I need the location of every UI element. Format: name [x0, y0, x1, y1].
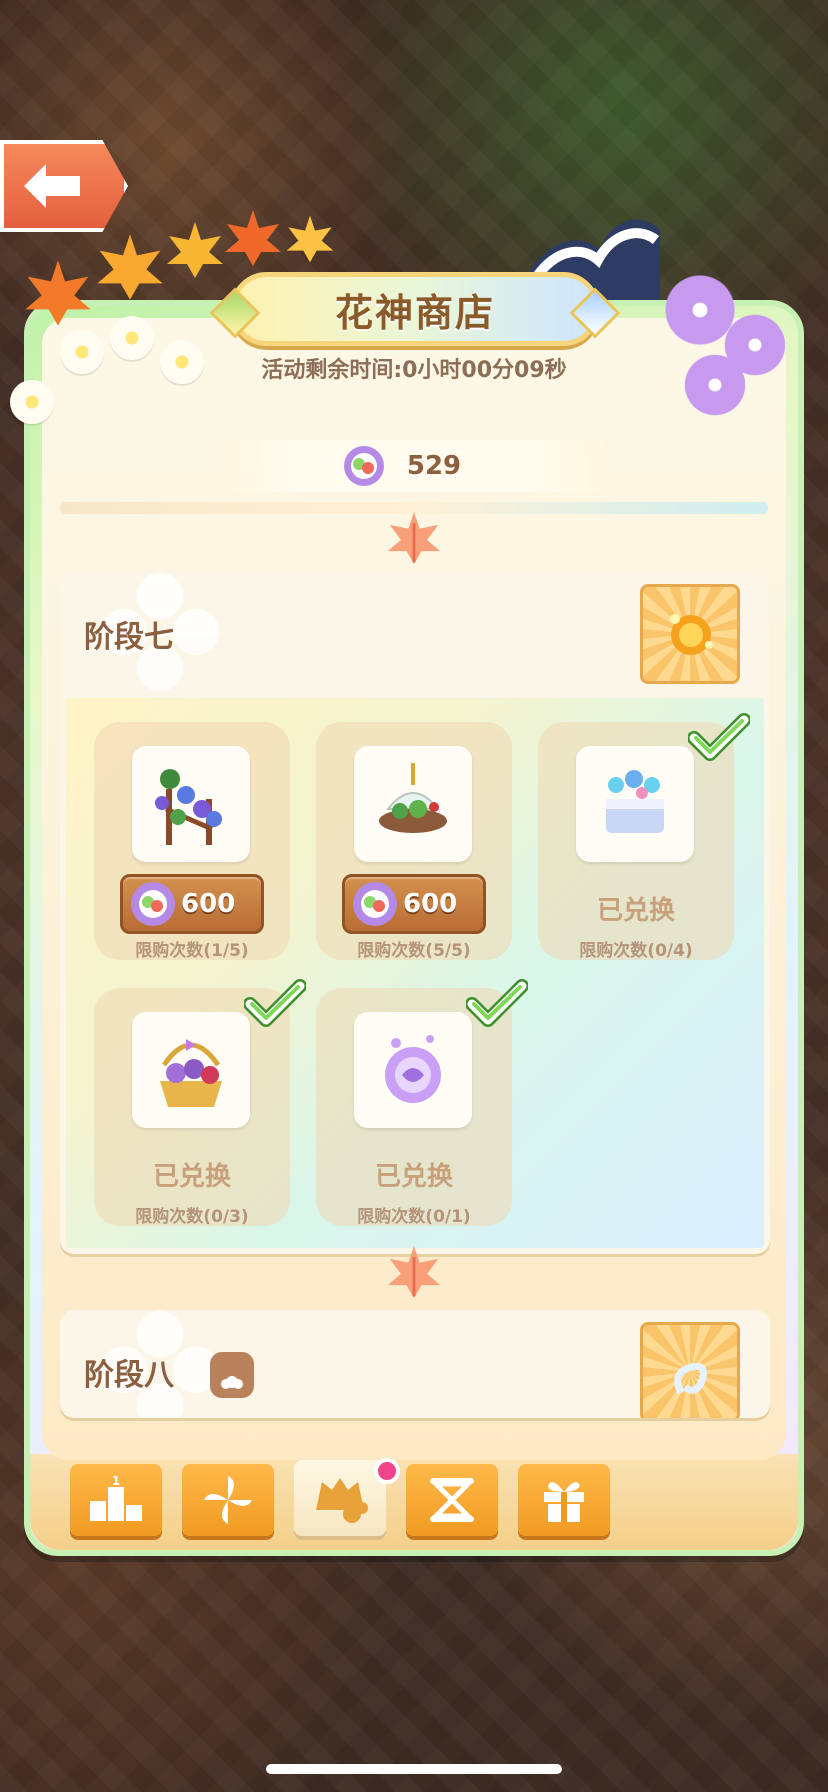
buy-price-button[interactable]: 600 [342, 874, 486, 934]
stage-card-7: 阶段七 600 限购次数(1/5) 600 限购次数(5/5) 已兑换 限购次数… [60, 572, 770, 1254]
item-image [132, 746, 250, 862]
ranking-icon: 1 [90, 1475, 142, 1521]
stage-reward-button[interactable] [640, 1322, 740, 1418]
stage-header: 阶段八 [60, 1310, 770, 1418]
shop-item-card[interactable]: 600 限购次数(5/5) [316, 722, 512, 961]
maple-leaf-decoration-icon [286, 215, 334, 263]
item-image [576, 746, 694, 862]
maple-leaf-connector-icon [387, 1245, 441, 1299]
event-timer: 活动剩余时间:0小时00分09秒 [261, 358, 567, 383]
maple-leaf-decoration-icon [97, 234, 163, 300]
item-image [354, 1012, 472, 1128]
purple-orb-icon [385, 1035, 441, 1103]
tab-ranking[interactable]: 1 [70, 1464, 162, 1536]
flower-basket-icon [160, 1039, 222, 1107]
home-indicator[interactable] [266, 1764, 562, 1774]
maple-leaf-decoration-icon [25, 260, 91, 326]
stage-header: 阶段七 [60, 572, 770, 698]
tab-shop[interactable] [294, 1460, 386, 1536]
morning-glory-vine-icon [155, 769, 222, 845]
purchase-limit: 限购次数(1/5) [135, 941, 249, 961]
stage-title: 阶段七 [84, 620, 174, 655]
svg-text:1: 1 [112, 1475, 120, 1488]
redeemed-label: 已兑换 [596, 896, 675, 926]
snow-swirl-icon [674, 1362, 707, 1395]
shop-item-card[interactable]: 已兑换 限购次数(0/1) [316, 979, 528, 1227]
maple-leaf-decoration-icon [225, 210, 281, 266]
shop-item-card[interactable]: 已兑换 限购次数(0/3) [94, 979, 306, 1227]
redeemed-label: 已兑换 [152, 1162, 231, 1192]
back-arrow-icon [24, 164, 80, 208]
check-icon [688, 713, 750, 761]
currency-bar: 529 [220, 440, 608, 492]
gift-icon [544, 1482, 584, 1522]
notification-badge [374, 1458, 400, 1484]
shop-title-plaque: 花神商店 [209, 272, 621, 346]
pinwheel-icon [204, 1476, 252, 1524]
tab-hourglass[interactable] [406, 1464, 498, 1536]
price-value: 600 [403, 889, 458, 919]
shop-icon [316, 1478, 368, 1523]
purchase-limit: 限购次数(0/1) [357, 1207, 471, 1227]
hourglass-icon [429, 1478, 475, 1522]
item-image [354, 746, 472, 862]
stage-card-8: 阶段八 [60, 1310, 770, 1418]
flower-token-icon [353, 882, 397, 926]
buy-price-button[interactable]: 600 [120, 874, 264, 934]
stage-items-grid: 600 限购次数(1/5) 600 限购次数(5/5) 已兑换 限购次数(0/4… [66, 698, 764, 1248]
purchase-limit: 限购次数(0/4) [579, 941, 693, 961]
check-icon [244, 979, 306, 1027]
fairy-cake-icon [606, 770, 664, 833]
purchase-limit: 限购次数(5/5) [357, 941, 471, 961]
purchase-limit: 限购次数(0/3) [135, 1207, 249, 1227]
check-icon [466, 979, 528, 1027]
back-button[interactable] [0, 140, 128, 232]
stage-title: 阶段八 [84, 1358, 174, 1393]
price-value: 600 [181, 889, 236, 919]
sun-orb-icon [670, 614, 713, 655]
plant-dome-lamp-icon [379, 763, 447, 833]
item-image [132, 1012, 250, 1128]
tab-pinwheel[interactable] [182, 1464, 274, 1536]
lock-icon [210, 1352, 254, 1398]
currency-amount: 529 [406, 451, 462, 481]
flower-token-icon [131, 882, 175, 926]
shop-item-card[interactable]: 已兑换 限购次数(0/4) [538, 713, 750, 961]
white-flower-decoration [10, 380, 54, 424]
shop-item-card[interactable]: 600 限购次数(1/5) [94, 722, 290, 961]
tab-gift[interactable] [518, 1464, 610, 1536]
flower-token-icon [344, 446, 384, 486]
bottom-tab-bar: 1 [70, 1460, 630, 1540]
redeemed-label: 已兑换 [374, 1162, 453, 1192]
maple-leaf-connector-icon [387, 511, 441, 565]
stage-reward-button[interactable] [640, 584, 740, 684]
page-title: 花神商店 [334, 290, 495, 335]
